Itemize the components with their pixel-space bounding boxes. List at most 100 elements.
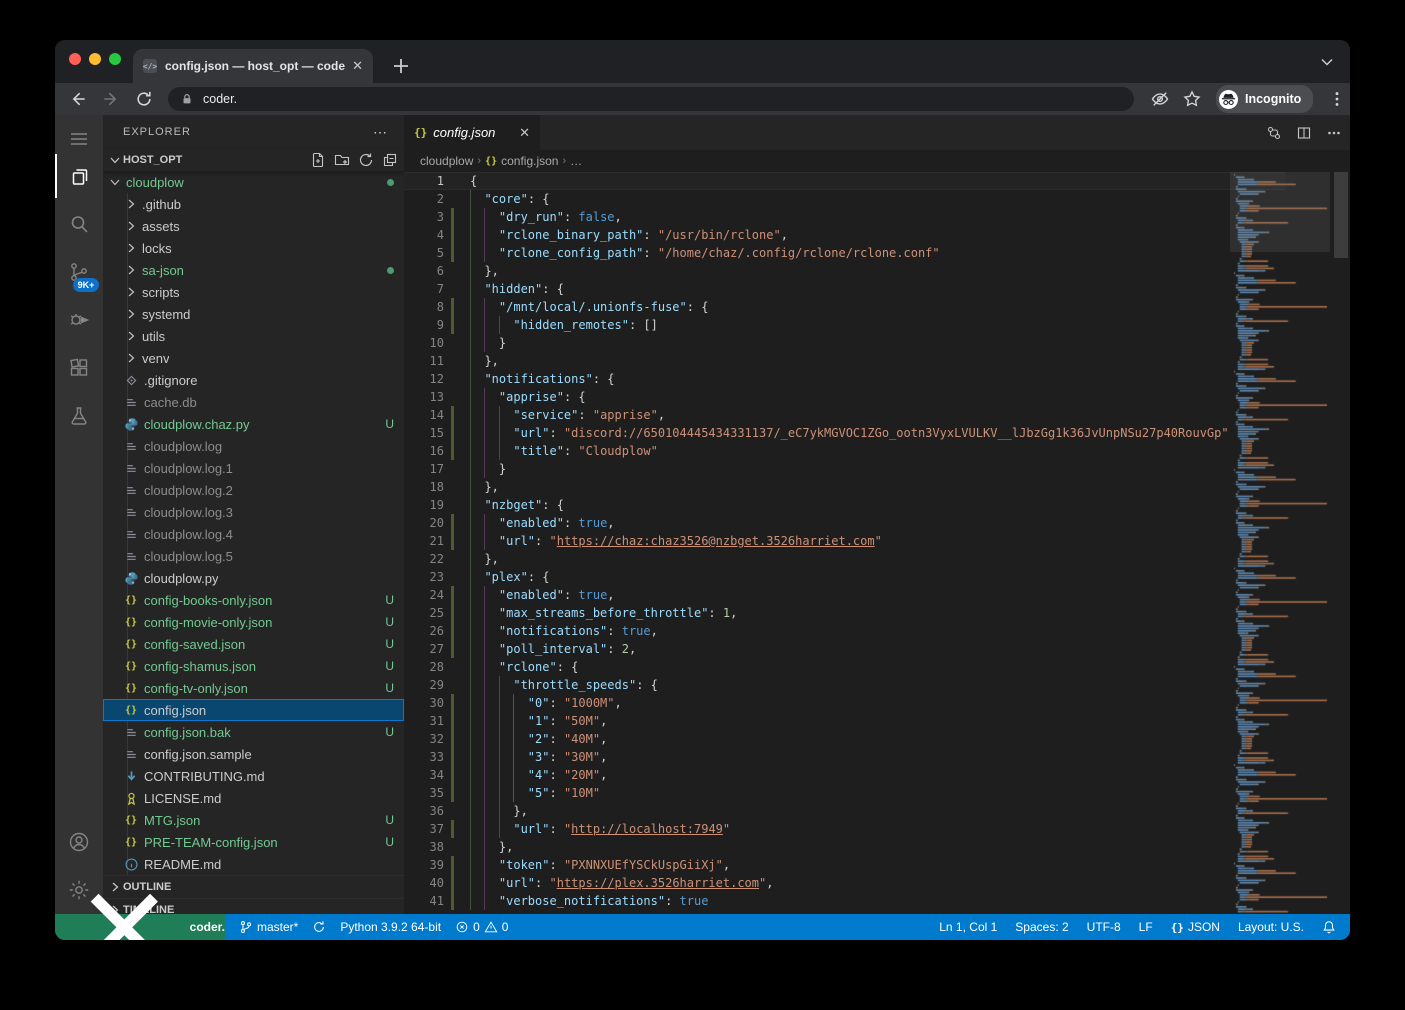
tree-item-sa-json[interactable]: sa-json — [103, 259, 404, 281]
code-line[interactable]: 33 "3": "30M", — [404, 748, 1285, 766]
code-line[interactable]: 23 "plex": { — [404, 568, 1285, 586]
tree-item-assets[interactable]: assets — [103, 215, 404, 237]
code-line[interactable]: 38 }, — [404, 838, 1285, 856]
code-line[interactable]: 32 "2": "40M", — [404, 730, 1285, 748]
encoding-item[interactable]: UTF-8 — [1087, 920, 1121, 934]
tree-item-config-saved-json[interactable]: {}config-saved.jsonU — [103, 633, 404, 655]
tree-item-config-json[interactable]: {}config.json — [103, 699, 404, 721]
tree-item--gitignore[interactable]: .gitignore — [103, 369, 404, 391]
code-line[interactable]: 9 "hidden_remotes": [] — [404, 316, 1285, 334]
code-line[interactable]: 2 "core": { — [404, 190, 1285, 208]
browser-menu-icon[interactable] — [1327, 89, 1347, 109]
tree-item-cloudplow-log-3[interactable]: cloudplow.log.3 — [103, 501, 404, 523]
tree-item-pre-team-config-json[interactable]: {}PRE-TEAM-config.jsonU — [103, 831, 404, 853]
code-line[interactable]: 15 "url": "discord://650104445434331137/… — [404, 424, 1285, 442]
code-line[interactable]: 13 "apprise": { — [404, 388, 1285, 406]
code-line[interactable]: 11 }, — [404, 352, 1285, 370]
refresh-icon[interactable] — [356, 150, 376, 170]
minimap[interactable] — [1230, 172, 1330, 914]
code-line[interactable]: 29 "throttle_speeds": { — [404, 676, 1285, 694]
code-line[interactable]: 20 "enabled": true, — [404, 514, 1285, 532]
tree-item-license-md[interactable]: LICENSE.md — [103, 787, 404, 809]
code-line[interactable]: 41 "verbose_notifications": true — [404, 892, 1285, 910]
tree-item-config-shamus-json[interactable]: {}config-shamus.jsonU — [103, 655, 404, 677]
activity-extensions-icon[interactable] — [55, 346, 103, 390]
code-line[interactable]: 3 "dry_run": false, — [404, 208, 1285, 226]
editor-tab-close-icon[interactable]: ✕ — [519, 125, 530, 141]
tree-item-locks[interactable]: locks — [103, 237, 404, 259]
remote-indicator[interactable]: coder. — [55, 914, 225, 940]
code-line[interactable]: 8 "/mnt/local/.unionfs-fuse": { — [404, 298, 1285, 316]
activity-run-debug-icon[interactable] — [55, 298, 103, 342]
tree-item-config-json-bak[interactable]: config.json.bakU — [103, 721, 404, 743]
code-line[interactable]: 39 "token": "PXNNXUEfYSCkUspGiiXj", — [404, 856, 1285, 874]
tree-item-contributing-md[interactable]: CONTRIBUTING.md — [103, 765, 404, 787]
collapse-all-icon[interactable] — [380, 150, 400, 170]
open-changes-icon[interactable] — [1266, 125, 1282, 141]
tree-item-cloudplow-chaz-py[interactable]: cloudplow.chaz.pyU — [103, 413, 404, 435]
tab-close-icon[interactable]: ✕ — [352, 58, 363, 74]
code-line[interactable]: 28 "rclone": { — [404, 658, 1285, 676]
code-line[interactable]: 18 }, — [404, 478, 1285, 496]
tree-item-cloudplow-log-4[interactable]: cloudplow.log.4 — [103, 523, 404, 545]
code-line[interactable]: 34 "4": "20M", — [404, 766, 1285, 784]
git-branch-item[interactable]: master* — [239, 920, 298, 934]
tree-item-config-tv-only-json[interactable]: {}config-tv-only.jsonU — [103, 677, 404, 699]
eol-item[interactable]: LF — [1139, 920, 1153, 934]
tree-item-cloudplow-log-1[interactable]: cloudplow.log.1 — [103, 457, 404, 479]
code-line[interactable]: 21 "url": "https://chaz:chaz3526@nzbget.… — [404, 532, 1285, 550]
window-zoom-button[interactable] — [109, 53, 121, 65]
code-line[interactable]: 7 "hidden": { — [404, 280, 1285, 298]
address-bar[interactable]: coder. — [168, 87, 1134, 111]
code-line[interactable]: 35 "5": "10M" — [404, 784, 1285, 802]
breadcrumb-symbol[interactable]: … — [570, 154, 582, 168]
code-line[interactable]: 1{ — [404, 172, 1285, 190]
code-line[interactable]: 31 "1": "50M", — [404, 712, 1285, 730]
code-line[interactable]: 37 "url": "http://localhost:7949" — [404, 820, 1285, 838]
forward-button[interactable] — [101, 89, 121, 109]
keyboard-layout-item[interactable]: Layout: U.S. — [1238, 920, 1304, 934]
cursor-position-item[interactable]: Ln 1, Col 1 — [939, 920, 997, 934]
activity-source-control-icon[interactable]: 9K+ — [55, 250, 103, 294]
window-minimize-button[interactable] — [89, 53, 101, 65]
new-tab-button[interactable] — [389, 54, 413, 78]
tree-item-systemd[interactable]: systemd — [103, 303, 404, 325]
code-line[interactable]: 10 } — [404, 334, 1285, 352]
tree-item-cloudplow-log[interactable]: cloudplow.log — [103, 435, 404, 457]
code-line[interactable]: 5 "rclone_config_path": "/home/chaz/.con… — [404, 244, 1285, 262]
tree-item-config-books-only-json[interactable]: {}config-books-only.jsonU — [103, 589, 404, 611]
code-line[interactable]: 22 }, — [404, 550, 1285, 568]
breadcrumb-file[interactable]: config.json — [501, 154, 558, 168]
code-line[interactable]: 40 "url": "https://plex.3526harriet.com"… — [404, 874, 1285, 892]
new-file-icon[interactable] — [308, 150, 328, 170]
code-line[interactable]: 17 } — [404, 460, 1285, 478]
tree-item-cloudplow-log-2[interactable]: cloudplow.log.2 — [103, 479, 404, 501]
sync-item[interactable] — [312, 920, 326, 934]
code-line[interactable]: 24 "enabled": true, — [404, 586, 1285, 604]
code-line[interactable]: 6 }, — [404, 262, 1285, 280]
minimap-slider[interactable] — [1230, 172, 1330, 252]
editor-more-actions-icon[interactable] — [1326, 125, 1342, 141]
tree-item-config-json-sample[interactable]: config.json.sample — [103, 743, 404, 765]
split-editor-icon[interactable] — [1296, 125, 1312, 141]
code-line[interactable]: 30 "0": "1000M", — [404, 694, 1285, 712]
tree-item-cache-db[interactable]: cache.db — [103, 391, 404, 413]
editor-tab-config-json[interactable]: {} config.json ✕ — [404, 115, 540, 150]
back-button[interactable] — [68, 89, 88, 109]
explorer-more-icon[interactable]: ⋯ — [373, 124, 388, 141]
eye-off-icon[interactable] — [1150, 89, 1170, 109]
browser-tab[interactable]: </> config.json — host_opt — code ✕ — [133, 49, 373, 83]
activity-accounts-icon[interactable] — [55, 820, 103, 864]
tree-item--github[interactable]: .github — [103, 193, 404, 215]
problems-item[interactable]: 0 0 — [455, 920, 508, 934]
activity-search-icon[interactable] — [55, 202, 103, 246]
window-close-button[interactable] — [69, 53, 81, 65]
tree-item-cloudplow-log-5[interactable]: cloudplow.log.5 — [103, 545, 404, 567]
code-line[interactable]: 27 "poll_interval": 2, — [404, 640, 1285, 658]
language-mode-item[interactable]: {} JSON — [1171, 920, 1220, 934]
tree-item-cloudplow[interactable]: cloudplow — [103, 171, 404, 193]
reload-button[interactable] — [134, 89, 154, 109]
activity-testing-icon[interactable] — [55, 394, 103, 438]
new-folder-icon[interactable] — [332, 150, 352, 170]
code-lines[interactable]: 1{2 "core": {3 "dry_run": false,4 "rclon… — [404, 172, 1285, 914]
